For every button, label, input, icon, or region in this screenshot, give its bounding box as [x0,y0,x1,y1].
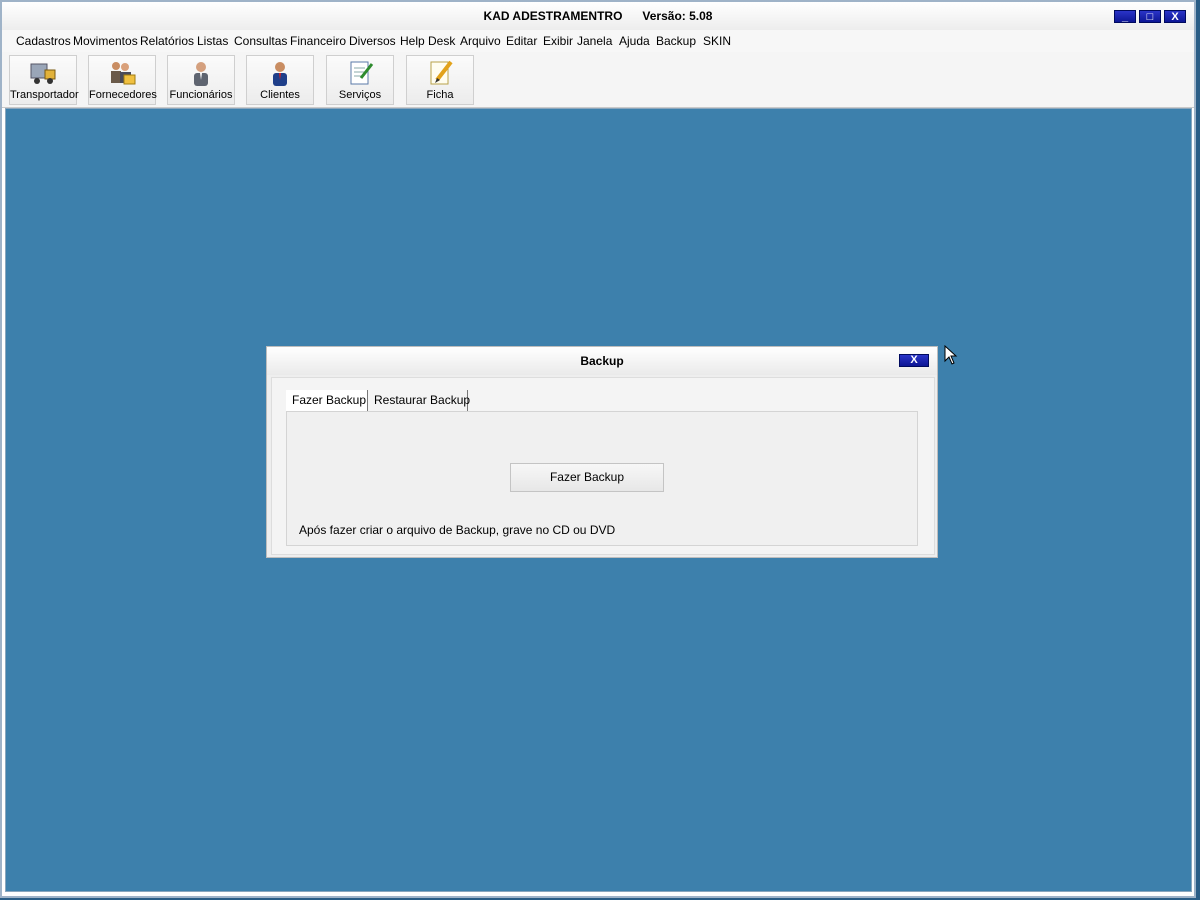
form-pencil-icon [430,60,453,85]
toolbar-label: Transportador [10,89,79,101]
toolbar: Transportador Fornecedores Funcionários [2,52,1194,108]
toolbar-button-ficha[interactable]: Ficha [406,55,474,105]
menu-cadastros[interactable]: Cadastros [16,34,71,48]
toolbar-button-fornecedores[interactable]: Fornecedores [88,55,157,105]
backup-dialog: Backup X Fazer Backup Restaurar Backup F… [266,346,938,558]
toolbar-label: Clientes [260,89,300,101]
window-title: KAD ADESTRAMENTRO Versão: 5.08 [483,9,713,23]
dialog-title-bar: Backup X [267,347,937,375]
toolbar-label: Funcionários [169,89,233,101]
menu-relatorios[interactable]: Relatórios [140,34,194,48]
toolbar-button-funcionarios[interactable]: Funcionários [167,55,235,105]
menu-editar[interactable]: Editar [506,34,537,48]
toolbar-button-servicos[interactable]: Serviços [326,55,394,105]
toolbar-label: Ficha [426,89,454,101]
client-icon [273,62,287,86]
menu-exibir[interactable]: Exibir [543,34,573,48]
title-bar: KAD ADESTRAMENTRO Versão: 5.08 _ □ X [2,2,1194,31]
menu-consultas[interactable]: Consultas [234,34,287,48]
menu-diversos[interactable]: Diversos [349,34,396,48]
tab-panel: Fazer Backup Após fazer criar o arquivo … [286,411,918,546]
maximize-button[interactable]: □ [1139,10,1161,23]
minimize-button[interactable]: _ [1114,10,1136,23]
toolbar-button-transportador[interactable]: Transportador [9,55,79,105]
menu-listas[interactable]: Listas [197,34,228,48]
menu-help-desk[interactable]: Help Desk [400,34,455,48]
dialog-title: Backup [580,354,624,368]
services-document-icon [350,61,374,85]
toolbar-button-clientes[interactable]: Clientes [246,55,314,105]
employee-icon [194,62,208,86]
tab-fazer-backup[interactable]: Fazer Backup [286,390,368,411]
fazer-backup-button[interactable]: Fazer Backup [510,463,664,492]
tab-restaurar-backup[interactable]: Restaurar Backup [368,390,470,411]
dialog-close-button[interactable]: X [899,354,929,367]
menu-movimentos[interactable]: Movimentos [73,34,138,48]
close-button[interactable]: X [1164,10,1186,23]
menu-arquivo[interactable]: Arquivo [460,34,501,48]
suppliers-icon [111,62,136,85]
menu-janela[interactable]: Janela [577,34,612,48]
toolbar-label: Serviços [338,89,382,101]
menu-bar: Cadastros Movimentos Relatórios Listas C… [2,30,1194,53]
menu-ajuda[interactable]: Ajuda [619,34,650,48]
dialog-body: Fazer Backup Restaurar Backup Fazer Back… [271,377,935,555]
mouse-cursor-icon [944,345,958,365]
menu-financeiro[interactable]: Financeiro [290,34,346,48]
truck-icon [30,63,56,84]
menu-backup[interactable]: Backup [656,34,696,48]
toolbar-label: Fornecedores [89,89,157,101]
backup-hint-text: Após fazer criar o arquivo de Backup, gr… [299,523,616,537]
menu-skin[interactable]: SKIN [703,34,731,48]
